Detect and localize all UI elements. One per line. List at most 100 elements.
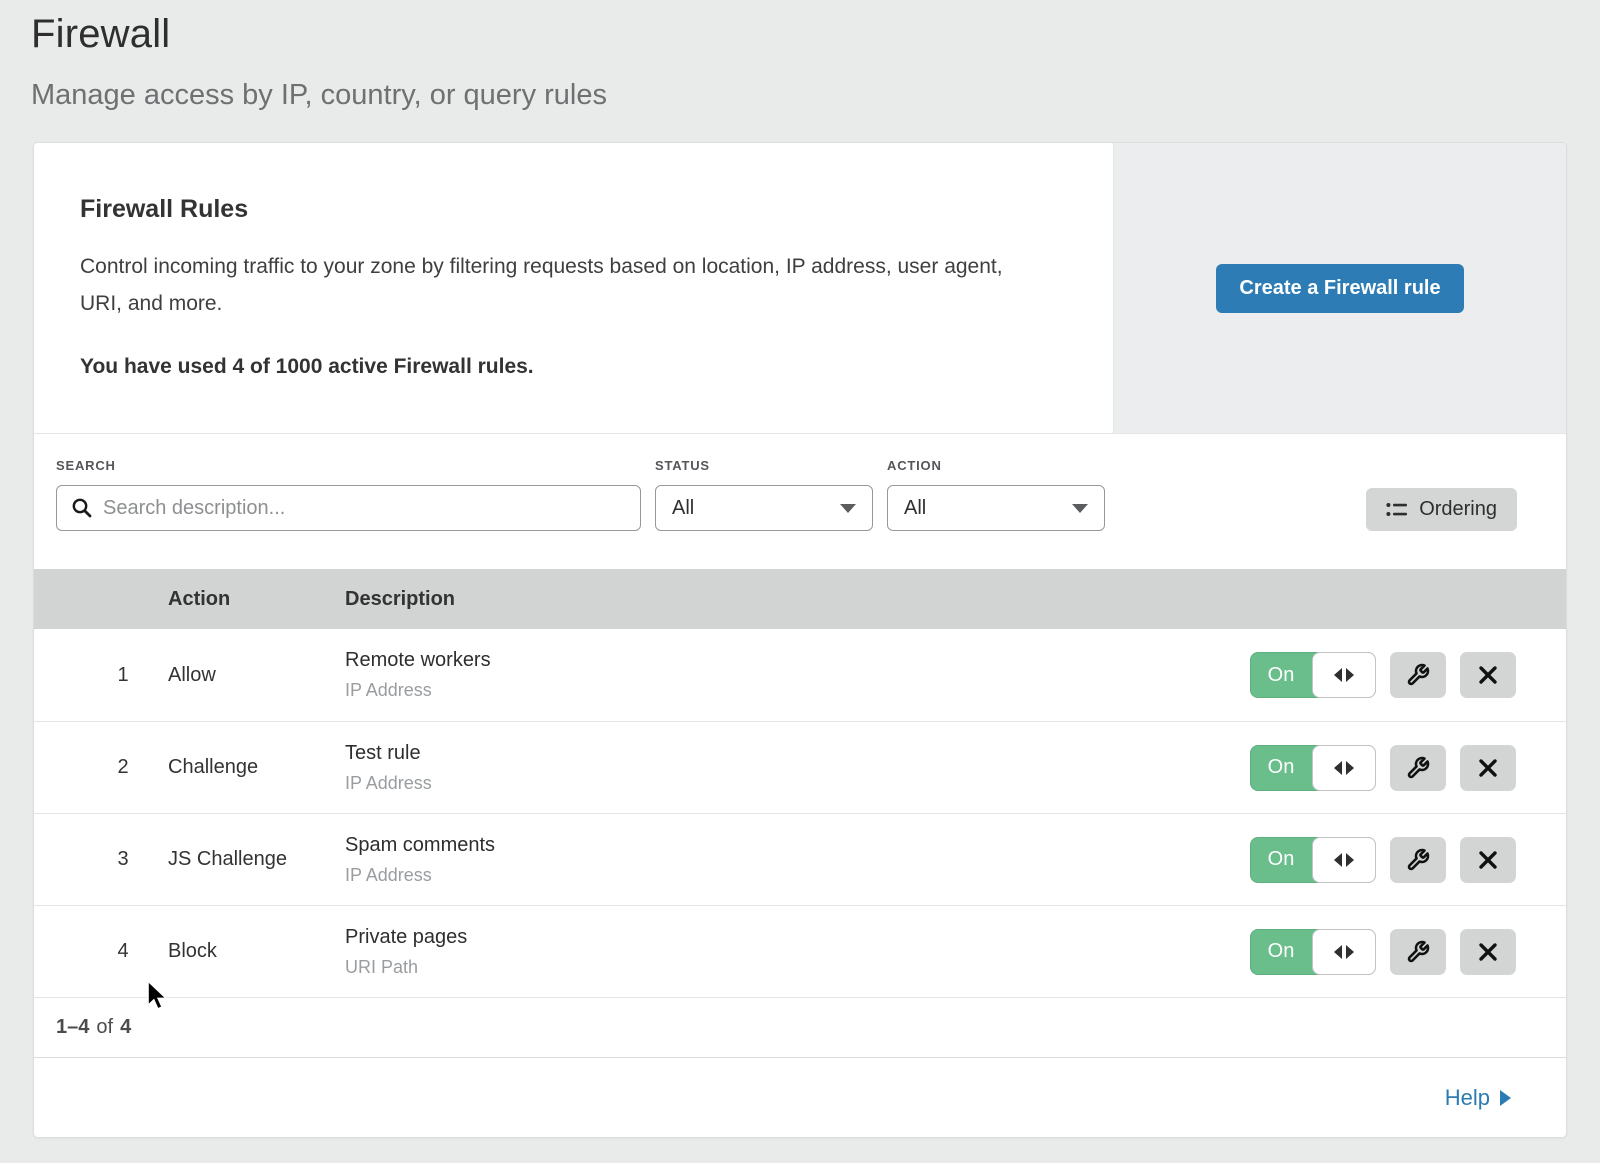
toggle-on-label: On xyxy=(1250,929,1312,975)
delete-rule-button[interactable] xyxy=(1460,652,1516,698)
ordering-list-icon xyxy=(1386,501,1408,519)
search-label: SEARCH xyxy=(56,458,641,473)
rule-field: URI Path xyxy=(345,957,1246,978)
search-box[interactable] xyxy=(56,485,641,531)
ordering-button[interactable]: Ordering xyxy=(1366,488,1517,531)
wrench-icon xyxy=(1406,940,1430,964)
wrench-icon xyxy=(1406,756,1430,780)
help-link[interactable]: Help xyxy=(1445,1085,1511,1111)
help-link-label: Help xyxy=(1445,1085,1490,1111)
table-row: 4 Block Private pages URI Path On xyxy=(34,905,1566,997)
page-subtitle: Manage access by IP, country, or query r… xyxy=(31,79,1600,112)
action-select-value: All xyxy=(904,497,926,520)
table-row: 1 Allow Remote workers IP Address On xyxy=(34,629,1566,721)
action-select[interactable]: All xyxy=(887,485,1105,531)
close-icon xyxy=(1478,665,1498,685)
arrows-left-right-icon xyxy=(1346,853,1354,867)
rule-description: Spam comments xyxy=(345,834,1246,857)
toggle-on-label: On xyxy=(1250,652,1312,698)
edit-rule-button[interactable] xyxy=(1390,929,1446,975)
rule-description: Private pages xyxy=(345,926,1246,949)
status-select-value: All xyxy=(672,497,694,520)
close-icon xyxy=(1478,758,1498,778)
rule-controls: On xyxy=(1246,929,1566,975)
arrows-left-right-icon xyxy=(1334,668,1342,682)
table-header: Action Description xyxy=(34,569,1566,629)
arrows-left-right-icon xyxy=(1334,945,1342,959)
help-row: Help xyxy=(34,1057,1566,1137)
rule-enabled-toggle[interactable]: On xyxy=(1250,652,1376,698)
intro-heading: Firewall Rules xyxy=(80,195,1053,224)
intro-description: Control incoming traffic to your zone by… xyxy=(80,248,1030,322)
toggle-knob[interactable] xyxy=(1312,837,1376,883)
rule-enabled-toggle[interactable]: On xyxy=(1250,837,1376,883)
rule-field: IP Address xyxy=(345,773,1246,794)
page-header: Firewall Manage access by IP, country, o… xyxy=(0,0,1600,112)
delete-rule-button[interactable] xyxy=(1460,929,1516,975)
column-header-description: Description xyxy=(345,588,1246,611)
toggle-knob[interactable] xyxy=(1312,929,1376,975)
pagination-total: 4 xyxy=(120,1016,131,1039)
rule-field: IP Address xyxy=(345,680,1246,701)
pagination-of: of xyxy=(96,1016,113,1039)
intro-text-panel: Firewall Rules Control incoming traffic … xyxy=(34,143,1113,433)
edit-rule-button[interactable] xyxy=(1390,837,1446,883)
delete-rule-button[interactable] xyxy=(1460,837,1516,883)
rule-action: Allow xyxy=(168,664,345,687)
arrows-left-right-icon xyxy=(1346,668,1354,682)
close-icon xyxy=(1478,942,1498,962)
close-icon xyxy=(1478,850,1498,870)
toggle-knob[interactable] xyxy=(1312,652,1376,698)
status-group: STATUS All xyxy=(655,458,873,531)
rule-priority: 3 xyxy=(34,848,168,871)
create-firewall-rule-button[interactable]: Create a Firewall rule xyxy=(1216,264,1463,313)
search-group: SEARCH xyxy=(56,458,641,531)
status-select[interactable]: All xyxy=(655,485,873,531)
status-label: STATUS xyxy=(655,458,873,473)
rule-action: JS Challenge xyxy=(168,848,345,871)
rule-description-cell: Remote workers IP Address xyxy=(345,649,1246,701)
toggle-knob[interactable] xyxy=(1312,745,1376,791)
pagination: 1–4 of 4 xyxy=(34,997,1566,1057)
rule-controls: On xyxy=(1246,652,1566,698)
intro-section: Firewall Rules Control incoming traffic … xyxy=(34,143,1566,433)
search-input[interactable] xyxy=(103,497,626,520)
table-row: 2 Challenge Test rule IP Address On xyxy=(34,721,1566,813)
arrows-left-right-icon xyxy=(1334,761,1342,775)
rule-priority: 2 xyxy=(34,756,168,779)
rule-priority: 1 xyxy=(34,664,168,687)
wrench-icon xyxy=(1406,663,1430,687)
action-label: ACTION xyxy=(887,458,1105,473)
rule-field: IP Address xyxy=(345,865,1246,886)
arrows-left-right-icon xyxy=(1334,853,1342,867)
rule-priority: 4 xyxy=(34,940,168,963)
page-title: Firewall xyxy=(31,12,1600,57)
rule-action: Challenge xyxy=(168,756,345,779)
wrench-icon xyxy=(1406,848,1430,872)
chevron-down-icon xyxy=(840,504,856,513)
rule-description-cell: Private pages URI Path xyxy=(345,926,1246,978)
delete-rule-button[interactable] xyxy=(1460,745,1516,791)
rule-description-cell: Test rule IP Address xyxy=(345,742,1246,794)
chevron-right-icon xyxy=(1500,1090,1511,1106)
arrows-left-right-icon xyxy=(1346,761,1354,775)
arrows-left-right-icon xyxy=(1346,945,1354,959)
rule-enabled-toggle[interactable]: On xyxy=(1250,745,1376,791)
filter-bar: SEARCH STATUS All ACTION All xyxy=(34,433,1566,569)
column-header-action: Action xyxy=(168,588,345,611)
firewall-rules-card: Firewall Rules Control incoming traffic … xyxy=(33,142,1567,1138)
edit-rule-button[interactable] xyxy=(1390,745,1446,791)
pagination-range: 1–4 xyxy=(56,1016,89,1039)
toggle-on-label: On xyxy=(1250,837,1312,883)
rule-action: Block xyxy=(168,940,345,963)
edit-rule-button[interactable] xyxy=(1390,652,1446,698)
action-group: ACTION All xyxy=(887,458,1105,531)
rule-controls: On xyxy=(1246,837,1566,883)
toggle-on-label: On xyxy=(1250,745,1312,791)
intro-aside-panel: Create a Firewall rule xyxy=(1113,143,1566,433)
ordering-button-label: Ordering xyxy=(1419,498,1497,521)
rule-description-cell: Spam comments IP Address xyxy=(345,834,1246,886)
rule-enabled-toggle[interactable]: On xyxy=(1250,929,1376,975)
rule-description: Remote workers xyxy=(345,649,1246,672)
search-icon xyxy=(71,497,93,519)
